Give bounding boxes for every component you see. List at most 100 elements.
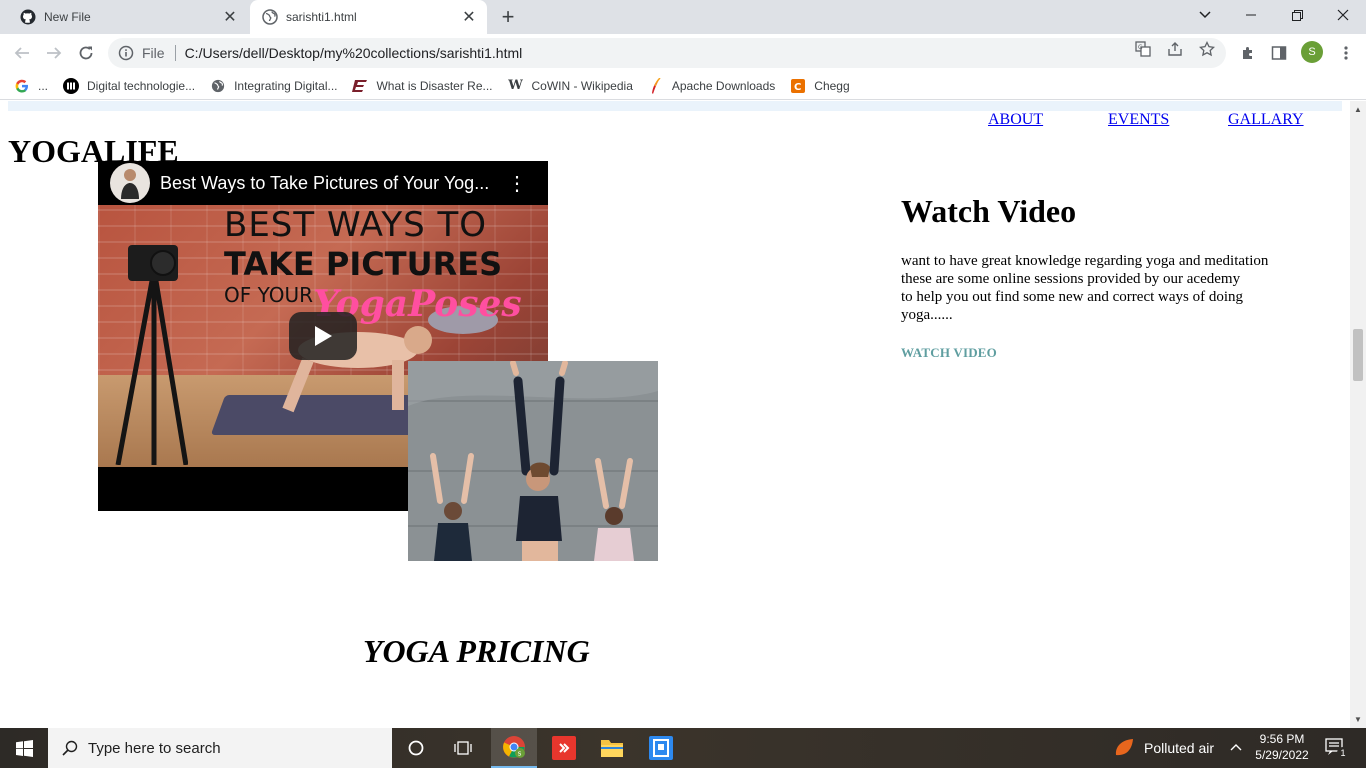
- taskbar-app[interactable]: [638, 728, 684, 768]
- windows-taskbar: Type here to search s Polluted air 9:56 …: [0, 728, 1366, 768]
- forward-button[interactable]: [40, 39, 68, 67]
- taskbar-search[interactable]: Type here to search: [48, 728, 392, 768]
- cortana-circle-icon: [408, 740, 424, 756]
- bookmark-label: Integrating Digital...: [234, 78, 338, 93]
- browser-toolbar: File C:/Users/dell/Desktop/my%20collecti…: [0, 34, 1366, 72]
- play-icon: [315, 326, 332, 346]
- back-button[interactable]: [8, 39, 36, 67]
- nav-link-about[interactable]: ABOUT: [988, 111, 1043, 129]
- share-icon[interactable]: [1167, 41, 1183, 57]
- bookmark-cowin[interactable]: W CoWIN - Wikipedia: [508, 78, 633, 94]
- bookmark-label: Digital technologie...: [87, 78, 196, 93]
- scheme-label: File: [142, 45, 165, 61]
- new-tab-button[interactable]: +: [496, 4, 520, 29]
- page-scrollbar[interactable]: ▲ ▼: [1350, 101, 1366, 728]
- thumbnail-headline-3: OF YOUR: [224, 283, 314, 307]
- bookmark-apache[interactable]: Apache Downloads: [648, 77, 776, 94]
- chrome-icon: s: [503, 736, 525, 758]
- app-window-icon: [649, 736, 673, 760]
- windows-logo-icon: [15, 739, 33, 757]
- watch-video-heading: Watch Video: [901, 193, 1077, 229]
- bookmarks-bar: ... Digital technologie... Integrating D…: [0, 72, 1366, 100]
- bookmark-label: Chegg: [814, 78, 850, 93]
- notification-count: 1: [1337, 747, 1349, 759]
- notifications-button[interactable]: 1: [1325, 738, 1349, 760]
- menu-kebab-icon[interactable]: [1337, 44, 1355, 62]
- svg-text:s: s: [518, 750, 522, 758]
- scroll-down-arrow-icon[interactable]: ▼: [1350, 713, 1366, 725]
- tab-strip: New File ✕ sarishti1.html ✕ +: [0, 0, 1366, 34]
- tab-search-chevron-icon[interactable]: [1182, 0, 1228, 30]
- apache-feather-icon: [648, 77, 664, 94]
- description-line: want to have great knowledge regarding y…: [901, 253, 1269, 269]
- svg-text:G: G: [1138, 44, 1143, 51]
- channel-avatar[interactable]: [110, 163, 150, 203]
- bookmark-digital-tech[interactable]: Digital technologie...: [63, 77, 196, 94]
- tab-sarishti[interactable]: sarishti1.html ✕: [250, 0, 487, 34]
- translate-icon[interactable]: G: [1135, 41, 1151, 57]
- url-text[interactable]: C:/Users/dell/Desktop/my%20collections/s…: [185, 45, 523, 61]
- info-icon[interactable]: [118, 45, 134, 61]
- github-icon: [20, 9, 36, 25]
- bookmark-label: CoWIN - Wikipedia: [531, 78, 633, 93]
- weather-status[interactable]: Polluted air: [1144, 740, 1214, 756]
- nav-link-gallary[interactable]: GALLARY: [1228, 111, 1304, 129]
- description-line: to help you out find some new and correc…: [901, 289, 1244, 305]
- reload-button[interactable]: [72, 39, 100, 67]
- folder-icon: [601, 740, 623, 757]
- yoga-group-image: [408, 361, 658, 561]
- description-line: these are some online sessions provided …: [901, 271, 1241, 287]
- scroll-up-arrow-icon[interactable]: ▲: [1350, 103, 1366, 115]
- bookmark-integrating-digital[interactable]: Integrating Digital...: [210, 78, 337, 94]
- bookmark-label: ...: [38, 78, 49, 93]
- address-bar[interactable]: File C:/Users/dell/Desktop/my%20collecti…: [108, 38, 1226, 68]
- watch-video-description: want to have great knowledge regarding y…: [901, 252, 1301, 324]
- play-button[interactable]: [289, 312, 357, 360]
- clock-date: 5/29/2022: [1255, 748, 1309, 762]
- scroll-thumb[interactable]: [1353, 329, 1363, 381]
- bookmark-disaster[interactable]: What is Disaster Re...: [352, 78, 493, 94]
- profile-avatar[interactable]: S: [1301, 41, 1323, 63]
- bookmark-star-icon[interactable]: [1199, 41, 1215, 57]
- search-icon: [62, 740, 78, 756]
- nav-link-events[interactable]: EVENTS: [1108, 111, 1169, 129]
- divider: [174, 45, 176, 61]
- globe-icon: [262, 9, 278, 25]
- start-button[interactable]: [0, 728, 48, 768]
- taskbar-anydesk[interactable]: [541, 728, 587, 768]
- extensions-icon[interactable]: [1239, 44, 1257, 62]
- wikipedia-icon: W: [508, 78, 523, 93]
- weather-icon[interactable]: [1113, 737, 1135, 764]
- clock-time: 9:56 PM: [1259, 732, 1305, 746]
- remote-app-icon: [552, 736, 576, 760]
- taskbar-chrome[interactable]: s: [491, 728, 537, 768]
- tab-new-file[interactable]: New File ✕: [8, 0, 248, 34]
- bookmark-chegg[interactable]: C Chegg: [790, 78, 850, 94]
- tab-title: New File: [44, 10, 91, 24]
- e-logo-icon: [352, 78, 368, 94]
- thumbnail-headline-2: TAKE PICTURES: [224, 245, 503, 283]
- video-title[interactable]: Best Ways to Take Pictures of Your Yog..…: [160, 173, 495, 194]
- chegg-icon: C: [790, 78, 806, 94]
- taskbar-file-explorer[interactable]: [589, 728, 635, 768]
- close-tab-icon[interactable]: ✕: [459, 7, 479, 27]
- medium-icon: [63, 77, 80, 94]
- system-clock[interactable]: 9:56 PM 5/29/2022: [1248, 731, 1316, 763]
- bookmark-label: Apache Downloads: [671, 78, 776, 93]
- search-placeholder: Type here to search: [88, 739, 221, 757]
- watch-video-link[interactable]: WATCH VIDEO: [901, 345, 997, 361]
- close-tab-icon[interactable]: ✕: [220, 7, 240, 27]
- bookmark-google[interactable]: ...: [14, 78, 48, 94]
- header-background: [8, 101, 1342, 111]
- thumbnail-headline-1: BEST WAYS TO: [224, 205, 488, 245]
- google-icon: [14, 78, 30, 94]
- restore-button[interactable]: [1274, 0, 1320, 30]
- video-more-icon[interactable]: ⋮: [507, 171, 527, 196]
- side-panel-icon[interactable]: [1270, 44, 1288, 62]
- chevron-up-icon[interactable]: [1229, 740, 1243, 759]
- close-window-button[interactable]: [1320, 0, 1366, 30]
- task-view-button[interactable]: [440, 728, 486, 768]
- minimize-button[interactable]: [1228, 0, 1274, 30]
- cortana-button[interactable]: [393, 728, 439, 768]
- svg-text:C: C: [794, 82, 801, 93]
